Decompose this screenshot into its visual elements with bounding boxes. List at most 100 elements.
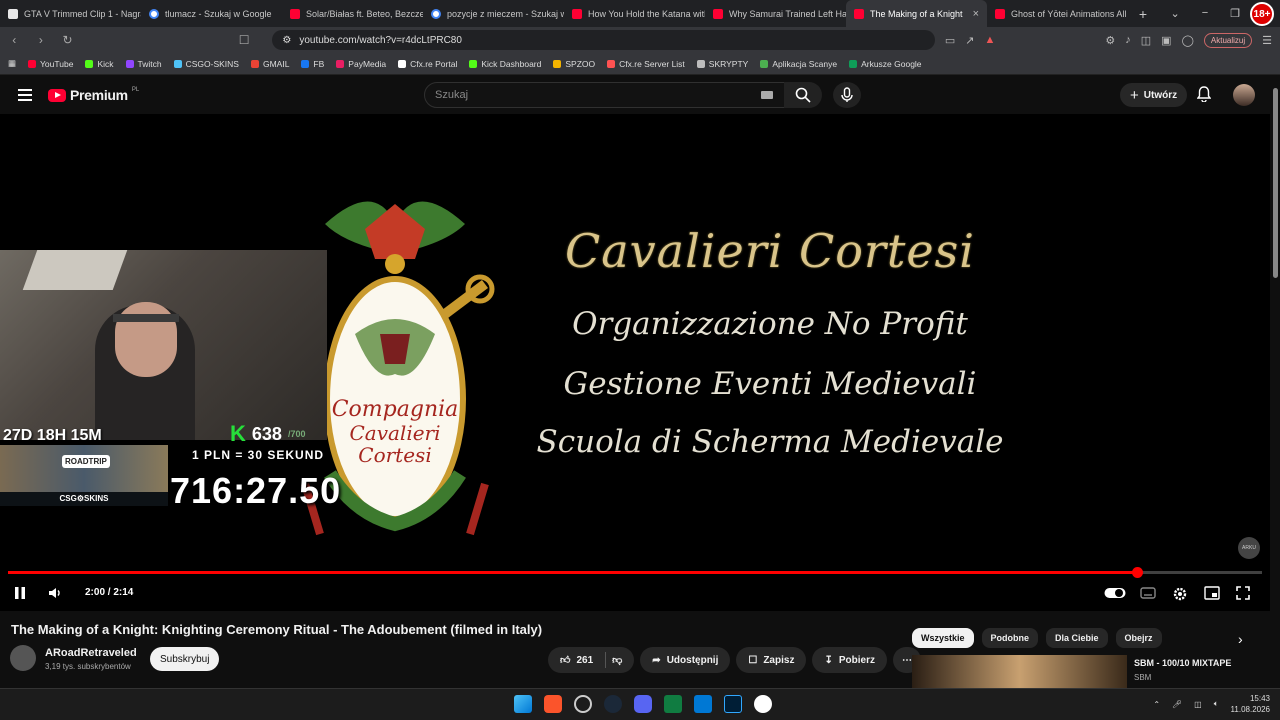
voice-search-button[interactable] xyxy=(833,82,861,108)
menu-hamburger-icon[interactable] xyxy=(18,89,32,101)
reload-icon[interactable]: ↻ xyxy=(59,33,76,47)
account-avatar[interactable] xyxy=(1233,84,1255,106)
recommendation-thumbnail[interactable] xyxy=(912,655,1127,690)
keyboard-icon[interactable] xyxy=(761,91,773,99)
vscode-icon[interactable] xyxy=(694,695,712,713)
cast-icon[interactable]: ▭ xyxy=(945,34,955,47)
create-button[interactable]: + Utwórz xyxy=(1120,83,1188,107)
browser-tab[interactable]: pozycje z mieczem - Szukaj w xyxy=(423,0,564,27)
subtitles-icon[interactable] xyxy=(1140,586,1156,600)
settings-gear-icon[interactable] xyxy=(1172,586,1188,602)
tray-mic-icon[interactable]: 🎤︎ xyxy=(1172,700,1182,709)
volume-icon[interactable] xyxy=(48,586,62,600)
autoplay-toggle-icon[interactable] xyxy=(1104,587,1126,599)
windows-start-icon[interactable] xyxy=(514,695,532,713)
sidebar-icon[interactable]: ◫ xyxy=(1141,34,1151,47)
chip-all[interactable]: Wszystkie xyxy=(912,628,974,648)
browser-tab[interactable]: tlumacz - Szukaj w Google xyxy=(141,0,282,27)
thumbs-down-icon[interactable]: 👎︎ xyxy=(612,654,622,666)
menu-icon[interactable]: ☰ xyxy=(1262,34,1272,47)
wallet-icon[interactable]: ▣ xyxy=(1161,34,1171,47)
chatgpt-icon[interactable] xyxy=(574,695,592,713)
bookmark-item[interactable]: GMAIL xyxy=(250,59,289,69)
new-tab-icon[interactable]: + xyxy=(1128,6,1158,22)
bookmark-item[interactable]: SKRYPTY xyxy=(696,59,748,69)
channel-name[interactable]: ARoadRetraveled xyxy=(45,647,137,659)
discord-icon[interactable] xyxy=(634,695,652,713)
apps-grid-icon[interactable]: ▦ xyxy=(8,58,16,69)
bookmark-item[interactable]: Cfx.re Server List xyxy=(607,59,685,69)
roadtrip-label: ROADTRIP xyxy=(62,455,110,468)
scrollbar-thumb[interactable] xyxy=(1273,88,1278,278)
photoshop-icon[interactable] xyxy=(724,695,742,713)
steam-icon[interactable] xyxy=(604,695,622,713)
site-info-icon[interactable]: ⚙ xyxy=(282,35,291,46)
share-icon[interactable]: ↗ xyxy=(965,34,974,47)
chevron-right-icon[interactable]: › xyxy=(1238,631,1243,647)
bookmark-item[interactable]: Kick xyxy=(85,59,114,69)
bookmark-item[interactable]: Cfx.re Portal xyxy=(398,59,457,69)
share-button[interactable]: ➦ Udostępnij xyxy=(640,647,731,673)
excel-icon[interactable] xyxy=(664,695,682,713)
download-button[interactable]: ↧ Pobierz xyxy=(812,647,887,673)
tab-label: Ghost of Yōtei Animations All xyxy=(1011,8,1127,19)
tray-expand-icon[interactable]: ⌃ xyxy=(1153,700,1160,709)
browser-tab[interactable]: GTA V Trimmed Clip 1 - Nagra xyxy=(0,0,141,27)
update-button[interactable]: Aktualizuj xyxy=(1203,32,1253,48)
video-player[interactable]: Cavalieri Cortesi Organizzazione No Prof… xyxy=(0,114,1270,611)
music-icon[interactable]: ♪ xyxy=(1125,34,1131,46)
chip-similar[interactable]: Podobne xyxy=(981,628,1039,648)
search-input[interactable]: Szukaj xyxy=(424,82,788,108)
progress-scrubber[interactable] xyxy=(1131,567,1143,578)
brave-browser-icon[interactable] xyxy=(544,695,562,713)
bookmark-item[interactable]: PayMedia xyxy=(336,59,386,69)
title-line-2: Organizzazione No Profit xyxy=(572,306,968,342)
chip-watched[interactable]: Obejrz xyxy=(1115,628,1162,648)
youtube-logo[interactable]: Premium PL xyxy=(48,87,139,103)
miniplayer-icon[interactable] xyxy=(1204,586,1220,600)
chevron-down-icon[interactable]: ⌄ xyxy=(1170,7,1179,20)
tray-volume-icon[interactable]: 🔈︎ xyxy=(1214,699,1219,709)
minimize-icon[interactable]: − xyxy=(1202,7,1208,20)
browser-profile-badge[interactable]: 18+ xyxy=(1250,2,1274,26)
page-scrollbar[interactable] xyxy=(1270,76,1280,688)
bookmark-item[interactable]: YouTube xyxy=(28,59,73,69)
bookmark-icon[interactable]: ☐ xyxy=(236,33,253,47)
progress-bar[interactable] xyxy=(8,567,1262,578)
bookmark-item[interactable]: Twitch xyxy=(125,59,162,69)
extensions-icon[interactable]: ⚙ xyxy=(1105,34,1115,47)
bookmark-item[interactable]: FB xyxy=(301,59,324,69)
url-field[interactable]: ⚙ youtube.com/watch?v=r4dcLtPRC80 xyxy=(272,30,935,50)
save-button[interactable]: ☐ Zapisz xyxy=(736,647,807,673)
restore-icon[interactable]: ❐ xyxy=(1230,7,1240,20)
search-button[interactable] xyxy=(784,82,822,108)
taskbar-clock[interactable]: 15:43 11.08.2026 xyxy=(1231,693,1270,715)
obs-icon[interactable] xyxy=(754,695,772,713)
recommendation-title[interactable]: SBM - 100/10 MIXTAPE xyxy=(1134,658,1231,668)
browser-tab[interactable]: The Making of a Knight × xyxy=(846,0,987,27)
bookmark-item[interactable]: Arkusze Google xyxy=(849,59,922,69)
channel-avatar[interactable] xyxy=(10,645,36,671)
vpn-icon[interactable]: ◯ xyxy=(1182,34,1194,47)
browser-tab[interactable]: Why Samurai Trained Left Han xyxy=(705,0,846,27)
pause-icon[interactable] xyxy=(14,586,26,600)
subscribe-button[interactable]: Subskrybuj xyxy=(150,647,220,671)
channel-watermark[interactable]: ARKU xyxy=(1238,537,1260,559)
tray-network-icon[interactable]: ◫ xyxy=(1194,700,1202,709)
close-tab-icon[interactable]: × xyxy=(973,8,979,20)
bookmark-item[interactable]: Aplikacja Scanye xyxy=(760,59,837,69)
bookmark-item[interactable]: CSGO-SKINS xyxy=(173,59,239,69)
fullscreen-icon[interactable] xyxy=(1236,586,1250,600)
bookmark-item[interactable]: Kick Dashboard xyxy=(469,59,541,69)
notifications-bell-icon[interactable] xyxy=(1197,86,1211,102)
browser-tab[interactable]: Ghost of Yōtei Animations All xyxy=(987,0,1128,27)
chip-for-you[interactable]: Dla Ciebie xyxy=(1046,628,1108,648)
browser-tab[interactable]: How You Hold the Katana with xyxy=(564,0,705,27)
bookmark-item[interactable]: SPZOO xyxy=(553,59,595,69)
forward-icon[interactable]: › xyxy=(33,33,50,47)
like-button[interactable]: 👍︎ 261 👎︎ xyxy=(548,647,635,673)
browser-tab[interactable]: Solar/Białas ft. Beteo, Bezczel xyxy=(282,0,423,27)
back-icon[interactable]: ‹ xyxy=(6,33,23,47)
download-icon: ↧ xyxy=(824,654,833,666)
shield-icon[interactable]: ▲ xyxy=(985,34,996,46)
